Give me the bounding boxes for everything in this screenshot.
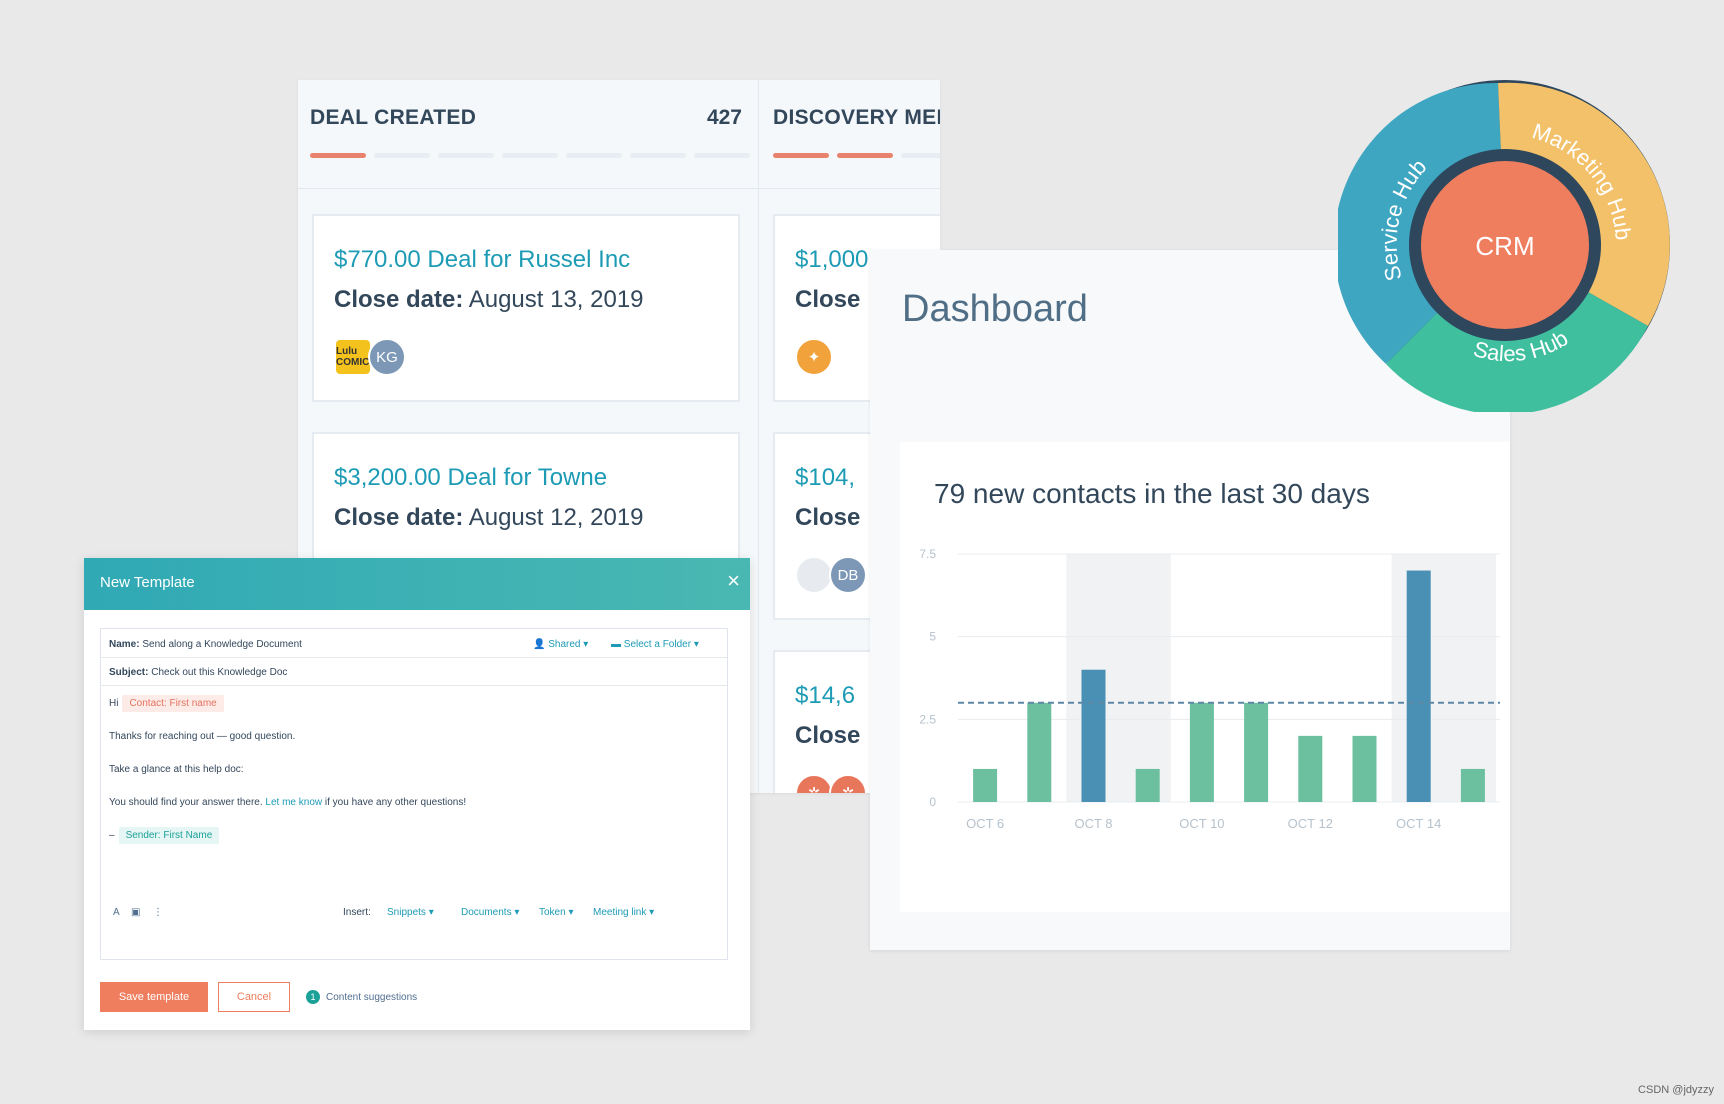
deal-title[interactable]: $14,6 — [795, 682, 855, 710]
company-logo: Lulu COMIC — [334, 338, 372, 376]
save-template-button[interactable]: Save template — [100, 982, 208, 1012]
bar — [1352, 735, 1377, 802]
crm-label: CRM — [1475, 231, 1534, 261]
insert-documents[interactable]: Documents ▾ — [461, 907, 519, 918]
bar — [1135, 768, 1160, 802]
bar — [1406, 570, 1431, 802]
x-tick-label: OCT 10 — [1179, 816, 1224, 831]
bar — [1298, 735, 1323, 802]
more-icon[interactable]: ⋮ — [153, 907, 163, 918]
contacts-chart-card: 79 new contacts in the last 30 days 0 2.5… — [900, 442, 1510, 912]
deal-avatars: ✦ — [795, 338, 833, 376]
deal-close-date: Close — [795, 504, 861, 531]
template-subject-field[interactable]: Subject: Check out this Knowledge Doc — [109, 667, 287, 678]
insert-snippets[interactable]: Snippets ▾ — [387, 907, 434, 918]
cancel-button[interactable]: Cancel — [218, 982, 290, 1012]
bar — [973, 768, 998, 802]
bar — [1027, 702, 1052, 802]
image-icon[interactable]: ▣ — [131, 907, 140, 918]
column-header: DISCOVERY MEE — [759, 80, 940, 189]
folder-dropdown[interactable]: ▬ Select a Folder ▾ — [611, 639, 699, 650]
sender-first-name-token[interactable]: Sender: First Name — [118, 827, 220, 844]
deal-close-date: Close date: August 12, 2019 — [334, 504, 644, 531]
column-header: DEAL CREATED 427 — [298, 80, 758, 189]
deal-close-date: Close date: August 13, 2019 — [334, 286, 644, 313]
deal-close-date: Close — [795, 286, 861, 313]
folder-icon: ▬ — [611, 639, 624, 650]
bar — [1081, 669, 1106, 802]
stage-progress — [310, 153, 750, 158]
watermark: CSDN @jdyzzy — [1638, 1084, 1714, 1096]
bar — [1244, 702, 1269, 802]
let-me-know-link[interactable]: Let me know — [265, 797, 322, 808]
body-line: Take a glance at this help doc: — [109, 764, 244, 775]
new-template-modal: New Template × Name: Send along a Knowle… — [84, 558, 750, 1030]
insert-label: Insert: — [343, 907, 371, 918]
y-tick-label: 5 — [929, 630, 936, 644]
close-icon[interactable]: × — [727, 570, 740, 592]
dashboard-title: Dashboard — [902, 288, 1088, 330]
insert-token[interactable]: Token ▾ — [539, 907, 573, 918]
hubspot-logo-icon: ✲ — [795, 774, 833, 793]
column-title: DISCOVERY MEE — [773, 106, 940, 129]
deal-close-date: Close — [795, 722, 861, 749]
contact-first-name-token[interactable]: Contact: First name — [122, 695, 224, 712]
insert-meeting-link[interactable]: Meeting link ▾ — [593, 907, 654, 918]
deal-avatars: ✲ ✲ — [795, 774, 867, 793]
company-logo: ✦ — [795, 338, 833, 376]
contacts-bar-chart: 0 2.5 5 7.5 OCT 6 OCT 8 OCT 10 OCT 12 OCT 14 — [919, 547, 1500, 831]
user-icon: 👤 — [533, 639, 549, 650]
column-title: DEAL CREATED — [310, 106, 477, 129]
x-tick-label: OCT 8 — [1074, 816, 1112, 831]
deal-avatars: Lulu COMIC KG — [334, 338, 406, 376]
x-tick-label: OCT 12 — [1288, 816, 1333, 831]
suggestions-count-badge: 1 — [306, 990, 320, 1004]
text-format-icon[interactable]: A — [113, 907, 120, 918]
hubspot-logo-icon: ✲ — [829, 774, 867, 793]
modal-title: New Template — [100, 574, 195, 591]
y-tick-label: 2.5 — [919, 712, 936, 726]
y-tick-label: 7.5 — [919, 547, 936, 561]
signature-line: – Sender: First Name — [109, 827, 220, 844]
shared-dropdown[interactable]: 👤 Shared ▾ — [533, 639, 588, 650]
body-line: Thanks for reaching out — good question. — [109, 731, 296, 742]
deal-title[interactable]: $770.00 Deal for Russel Inc — [334, 246, 630, 274]
company-logo — [795, 556, 833, 594]
body-line: You should find your answer there. Let m… — [109, 797, 467, 808]
stage-progress — [773, 153, 940, 158]
y-tick-label: 0 — [929, 795, 936, 809]
deal-title[interactable]: $104, — [795, 464, 855, 492]
x-tick-label: OCT 14 — [1396, 816, 1441, 831]
template-name-field[interactable]: Name: Send along a Knowledge Document — [109, 639, 302, 650]
bar — [1189, 702, 1214, 802]
deal-title[interactable]: $3,200.00 Deal for Towne — [334, 464, 607, 492]
bar — [1460, 768, 1485, 802]
template-editor[interactable]: Name: Send along a Knowledge Document 👤 … — [100, 628, 728, 960]
modal-header: New Template × — [84, 558, 750, 610]
greeting-line: Hi Contact: First name — [109, 695, 224, 712]
deal-title[interactable]: $1,000 — [795, 246, 868, 274]
owner-avatar[interactable]: KG — [368, 338, 406, 376]
owner-avatar[interactable]: DB — [829, 556, 867, 594]
deal-card[interactable]: $770.00 Deal for Russel Inc Close date: … — [312, 214, 740, 402]
column-count: 427 — [706, 106, 742, 129]
crm-flywheel-graphic: CRM Service Hub Marketing Hub Sales Hub — [1338, 80, 1670, 412]
x-tick-label: OCT 6 — [966, 816, 1004, 831]
deal-avatars: DB — [795, 556, 867, 594]
content-suggestions[interactable]: 1 Content suggestions — [306, 990, 417, 1004]
